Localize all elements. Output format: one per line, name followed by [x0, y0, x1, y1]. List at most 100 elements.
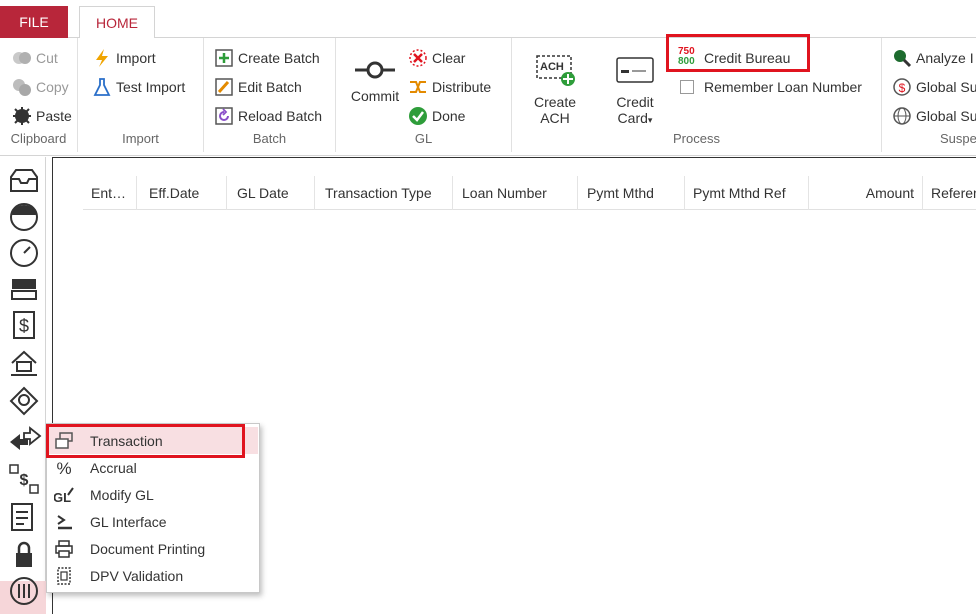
analyze-label: Analyze I [916, 50, 974, 66]
reload-batch-button[interactable]: Reload Batch [214, 105, 322, 127]
menu-item-document-printing[interactable]: Document Printing [48, 535, 258, 562]
col-entry[interactable]: Ent… [83, 176, 137, 210]
percent-icon: % [54, 458, 74, 478]
menu-label-dpv-validation: DPV Validation [90, 567, 184, 584]
global-summary-label-1: Global Su [916, 79, 976, 95]
commit-label: Commit [350, 88, 400, 104]
col-eff-date[interactable]: Eff.Date [141, 176, 227, 210]
svg-text:%: % [56, 459, 71, 478]
done-label: Done [432, 108, 466, 124]
commit-button[interactable]: Commit [344, 58, 406, 104]
credit-card-label-2: Card▾ [617, 110, 653, 126]
test-import-button[interactable]: Test Import [92, 76, 185, 98]
col-reference[interactable]: Referen [923, 176, 976, 210]
tab-file[interactable]: FILE [0, 6, 68, 38]
user-icon[interactable] [8, 201, 40, 233]
create-batch-icon [214, 48, 234, 68]
group-suspense: Analyze I $ Global Su Global Su Suspe [882, 38, 976, 152]
done-button[interactable]: Done [408, 105, 465, 127]
support-icon[interactable] [8, 385, 40, 417]
paste-icon [12, 106, 32, 126]
globe-icon [892, 106, 912, 126]
paste-button[interactable]: Paste [12, 105, 72, 127]
dollar-document-icon[interactable]: $ [8, 309, 40, 341]
clear-icon [408, 48, 428, 68]
group-batch: Create Batch Edit Batch Reload Batch Bat… [204, 38, 336, 152]
menu-label-modify-gl: Modify GL [90, 486, 154, 503]
menu-label-accrual: Accrual [90, 459, 137, 476]
checkbox-box[interactable] [680, 80, 694, 94]
svg-text:GL: GL [54, 490, 71, 505]
grid-header: Ent… Eff.Date GL Date Transaction Type L… [83, 176, 976, 210]
ach-icon-text: ACH [540, 61, 564, 73]
analyze-button[interactable]: Analyze I [892, 47, 974, 69]
credit-card-icon [615, 54, 655, 88]
home-hand-icon[interactable] [8, 347, 40, 379]
distribute-button[interactable]: Distribute [408, 76, 491, 98]
done-check-icon [408, 106, 428, 126]
col-gl-date[interactable]: GL Date [229, 176, 315, 210]
create-batch-button[interactable]: Create Batch [214, 47, 320, 69]
inbox-icon[interactable] [8, 165, 40, 197]
test-import-label: Test Import [116, 79, 186, 95]
paste-label: Paste [36, 108, 72, 124]
remember-loan-label: Remember Loan Number [704, 79, 862, 95]
cut-label: Cut [36, 50, 58, 66]
dollar-circle-icon: $ [892, 77, 912, 97]
credit-bureau-highlight [666, 34, 810, 72]
menu-item-gl-interface[interactable]: GL Interface [48, 508, 258, 535]
col-pymt-mthd[interactable]: Pymt Mthd [579, 176, 685, 210]
global-summary-button-1[interactable]: $ Global Su [892, 76, 976, 98]
group-label-process: Process [673, 131, 720, 146]
analyze-icon [892, 48, 912, 68]
tab-home[interactable]: HOME [79, 6, 155, 39]
ribbon-tab-bar: FILE HOME [0, 0, 976, 39]
speedometer-icon[interactable] [8, 237, 40, 269]
lock-user-icon[interactable] [8, 539, 40, 571]
exchange-icon[interactable]: $ [8, 463, 40, 495]
group-gl: Commit Clear Distribute Done GL [336, 38, 512, 152]
ribbon: Cut Copy Paste Clipboard Import Test Imp… [0, 34, 976, 156]
global-summary-label-2: Global Su [916, 108, 976, 124]
interface-icon [54, 512, 74, 532]
svg-text:$: $ [19, 316, 29, 336]
col-pymt-mthd-ref[interactable]: Pymt Mthd Ref [685, 176, 809, 210]
remember-loan-checkbox[interactable]: Remember Loan Number [680, 76, 862, 98]
svg-text:$: $ [20, 472, 29, 489]
col-transaction-type[interactable]: Transaction Type [317, 176, 453, 210]
col-loan-number[interactable]: Loan Number [454, 176, 578, 210]
import-button[interactable]: Import [92, 47, 156, 69]
reload-batch-icon [214, 106, 234, 126]
copy-button[interactable]: Copy [12, 76, 69, 98]
edit-batch-button[interactable]: Edit Batch [214, 76, 302, 98]
report-icon[interactable] [8, 501, 40, 533]
menu-label-document-printing: Document Printing [90, 540, 206, 557]
svg-text:$: $ [899, 81, 906, 95]
transfer-arrows-icon[interactable] [8, 424, 42, 456]
group-label-batch: Batch [252, 131, 287, 146]
transaction-highlight [46, 424, 245, 458]
credit-card-button[interactable]: Credit Card▾ [606, 54, 664, 128]
clear-button[interactable]: Clear [408, 47, 465, 69]
create-batch-label: Create Batch [238, 50, 320, 66]
menu-label-gl-interface: GL Interface [90, 513, 167, 530]
settings-sliders-icon[interactable] [8, 575, 40, 607]
cut-button[interactable]: Cut [12, 47, 58, 69]
global-summary-button-2[interactable]: Global Su [892, 105, 976, 127]
commit-icon [355, 58, 395, 82]
clear-label: Clear [432, 50, 466, 66]
flask-icon [92, 77, 112, 97]
menu-item-accrual[interactable]: % Accrual [48, 454, 258, 481]
menu-item-modify-gl[interactable]: GL Modify GL [48, 481, 258, 508]
reload-batch-label: Reload Batch [238, 108, 323, 124]
col-amount[interactable]: Amount [809, 176, 923, 210]
cash-icon[interactable] [8, 273, 40, 305]
create-ach-button[interactable]: ACH Create ACH [526, 54, 584, 126]
group-clipboard: Cut Copy Paste Clipboard [0, 38, 78, 152]
menu-item-dpv-validation[interactable]: DPV Validation [48, 562, 258, 589]
copy-label: Copy [36, 79, 69, 95]
ach-icon: ACH [535, 54, 575, 88]
stamp-icon [54, 566, 74, 586]
cut-icon [12, 48, 32, 68]
group-label-gl: GL [414, 131, 433, 146]
